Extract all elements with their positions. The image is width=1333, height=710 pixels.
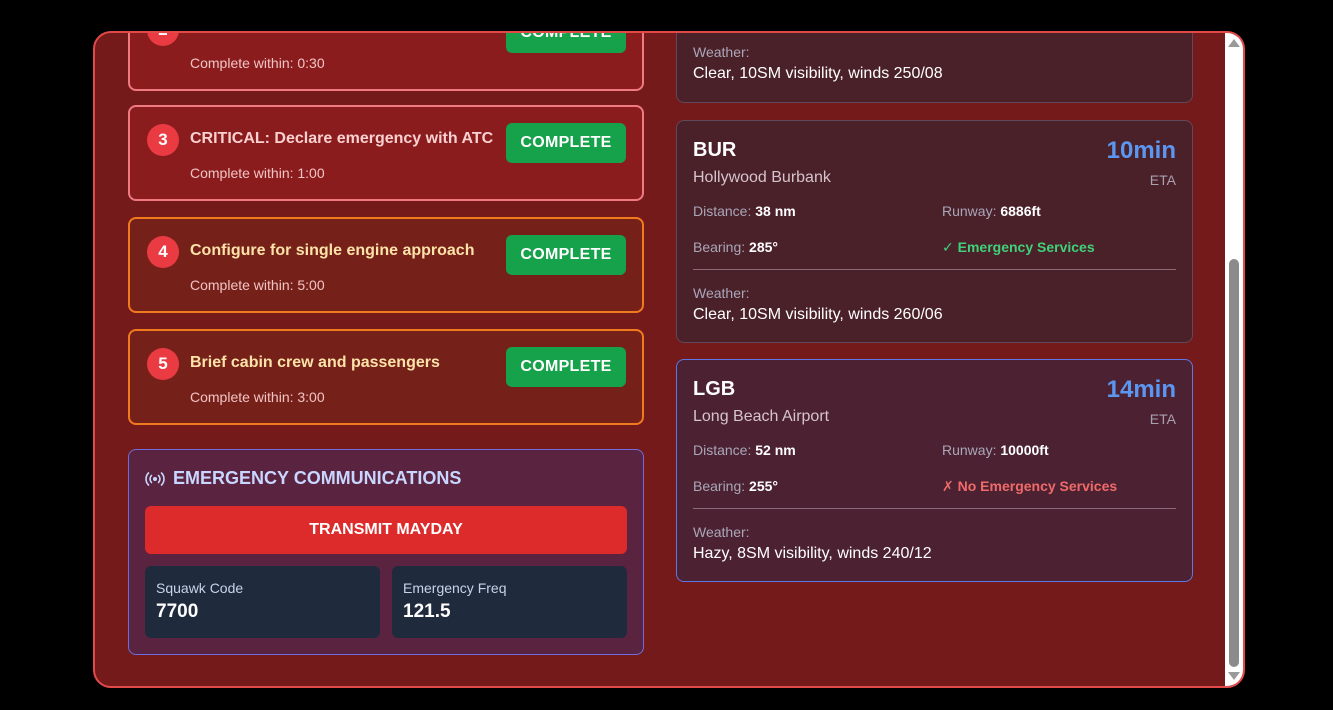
step-number: 2 [147,33,179,46]
squawk-label: Squawk Code [156,580,244,596]
divider [693,269,1176,270]
task-title: Brief cabin crew and passengers [190,354,440,371]
task-deadline: Complete within: 0:30 [190,55,325,71]
radio-broadcast-icon [145,471,165,486]
task-title: Configure for single engine approach [190,242,475,259]
weather-label: Weather: [693,285,750,301]
squawk-value: 7700 [156,601,199,622]
bearing-stat: Bearing: 285° [693,239,779,255]
eta-label: ETA [1149,172,1176,188]
complete-button[interactable]: COMPLETE [506,347,626,387]
emergency-services-status: ✗ No Emergency Services [942,478,1118,494]
weather-value: Hazy, 8SM visibility, winds 240/12 [693,545,932,562]
airport-card-bur[interactable]: BUR Hollywood Burbank 10min ETA Distance… [676,120,1193,343]
airport-name: Hollywood Burbank [693,169,831,186]
comms-header: EMERGENCY COMMUNICATIONS [145,468,461,489]
scroll-up-icon[interactable] [1228,39,1240,47]
task-deadline: Complete within: 5:00 [190,277,325,293]
step-number: 3 [147,124,179,156]
bearing-stat: Bearing: 255° [693,478,779,494]
comms-title: EMERGENCY COMMUNICATIONS [173,468,462,488]
emergency-communications-card: EMERGENCY COMMUNICATIONS TRANSMIT MAYDAY… [128,449,644,655]
task-deadline: Complete within: 1:00 [190,165,325,181]
emergency-services-status: ✓ Emergency Services [942,239,1095,255]
complete-button[interactable]: COMPLETE [506,235,626,275]
emergency-panel: 2 Complete within: 0:30 COMPLETE 3 CRITI… [93,31,1245,688]
task-title: CRITICAL: Declare emergency with ATC [190,130,494,147]
transmit-mayday-button[interactable]: TRANSMIT MAYDAY [145,506,627,554]
step-number: 5 [147,348,179,380]
checklist-item-4: 4 Configure for single engine approach C… [128,217,644,313]
checklist-item-5: 5 Brief cabin crew and passengers Comple… [128,329,644,425]
distance-stat: Distance: 38 nm [693,203,796,219]
weather-value: Clear, 10SM visibility, winds 250/08 [693,65,943,82]
complete-button[interactable]: COMPLETE [506,123,626,163]
airport-code: LGB [693,378,736,400]
weather-label: Weather: [693,524,750,540]
task-deadline: Complete within: 3:00 [190,389,325,405]
emergency-freq-box: Emergency Freq 121.5 [392,566,627,638]
eta-label: ETA [1149,411,1176,427]
weather-label: Weather: [693,44,750,60]
airport-eta: 10min [1106,137,1176,164]
checklist-item-2: 2 Complete within: 0:30 COMPLETE [128,33,644,91]
freq-label: Emergency Freq [403,580,507,596]
airport-code: BUR [693,139,737,161]
scroll-down-icon[interactable] [1228,672,1240,680]
divider [693,508,1176,509]
runway-stat: Runway: 6886ft [942,203,1041,219]
scrollbar-thumb[interactable] [1229,259,1239,667]
squawk-code-box: Squawk Code 7700 [145,566,380,638]
airport-name: Long Beach Airport [693,408,830,425]
step-number: 4 [147,236,179,268]
runway-stat: Runway: 10000ft [942,442,1049,458]
complete-button[interactable]: COMPLETE [506,33,626,53]
checklist-item-3: 3 CRITICAL: Declare emergency with ATC C… [128,105,644,201]
freq-value: 121.5 [403,601,451,622]
vertical-scrollbar[interactable] [1225,33,1243,686]
weather-value: Clear, 10SM visibility, winds 260/06 [693,306,943,323]
airport-card[interactable]: Weather: Clear, 10SM visibility, winds 2… [676,33,1193,103]
distance-stat: Distance: 52 nm [693,442,796,458]
airport-eta: 14min [1106,376,1176,403]
airport-card-lgb[interactable]: LGB Long Beach Airport 14min ETA Distanc… [676,359,1193,582]
